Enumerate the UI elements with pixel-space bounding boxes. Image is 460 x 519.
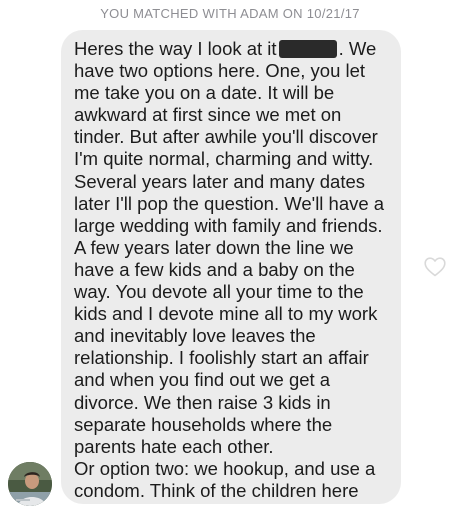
message-line: kids and I devote mine all to my work [74, 303, 378, 325]
message-line: divorce. We then raise 3 kids in [74, 391, 331, 413]
avatar-photo [8, 462, 52, 506]
message-line: way. You devote all your time to the [74, 281, 364, 303]
message-line: relationship. I foolishly start an affai… [74, 347, 369, 369]
match-date-header: YOU MATCHED WITH ADAM ON 10/21/17 [100, 6, 360, 21]
message-line: awkward at first since we met on [74, 104, 342, 126]
message-line: condom. Think of the children here [74, 479, 359, 501]
message-text-segment: . We [338, 38, 377, 59]
message-line: A few years later down the line we [74, 236, 354, 258]
message-line: separate households where the [74, 413, 333, 435]
message-line: and when you find out we get a [74, 369, 331, 391]
message-line: Several years later and many dates [74, 170, 366, 192]
redacted-name [278, 40, 337, 58]
message-line: tinder. But after awhile you'll discover [74, 126, 378, 148]
message-line: large wedding with family and friends. [74, 214, 383, 236]
heart-outline-icon[interactable] [424, 257, 446, 277]
message-line: parents hate each other. [74, 435, 274, 457]
message-line: Heres the way I look at it . We [74, 38, 393, 60]
message-bubble[interactable]: Heres the way I look at it . We have two … [61, 30, 401, 504]
message-text-segment: Heres the way I look at it [74, 38, 277, 59]
message-line: I'm quite normal, charming and witty. [74, 148, 374, 170]
heart-outline-icon-svg [424, 257, 446, 277]
sender-avatar[interactable] [8, 462, 52, 506]
message-line: later I'll pop the question. We'll have … [74, 192, 385, 214]
message-line: have two options here. One, you let [74, 60, 366, 82]
message-line: Or option two: we hookup, and use a [74, 457, 376, 479]
message-line: have a few kids and a baby on the [74, 258, 355, 280]
message-line: and inevitably love leaves the [74, 325, 316, 347]
message-line: me take you on a date. It will be [74, 82, 335, 104]
